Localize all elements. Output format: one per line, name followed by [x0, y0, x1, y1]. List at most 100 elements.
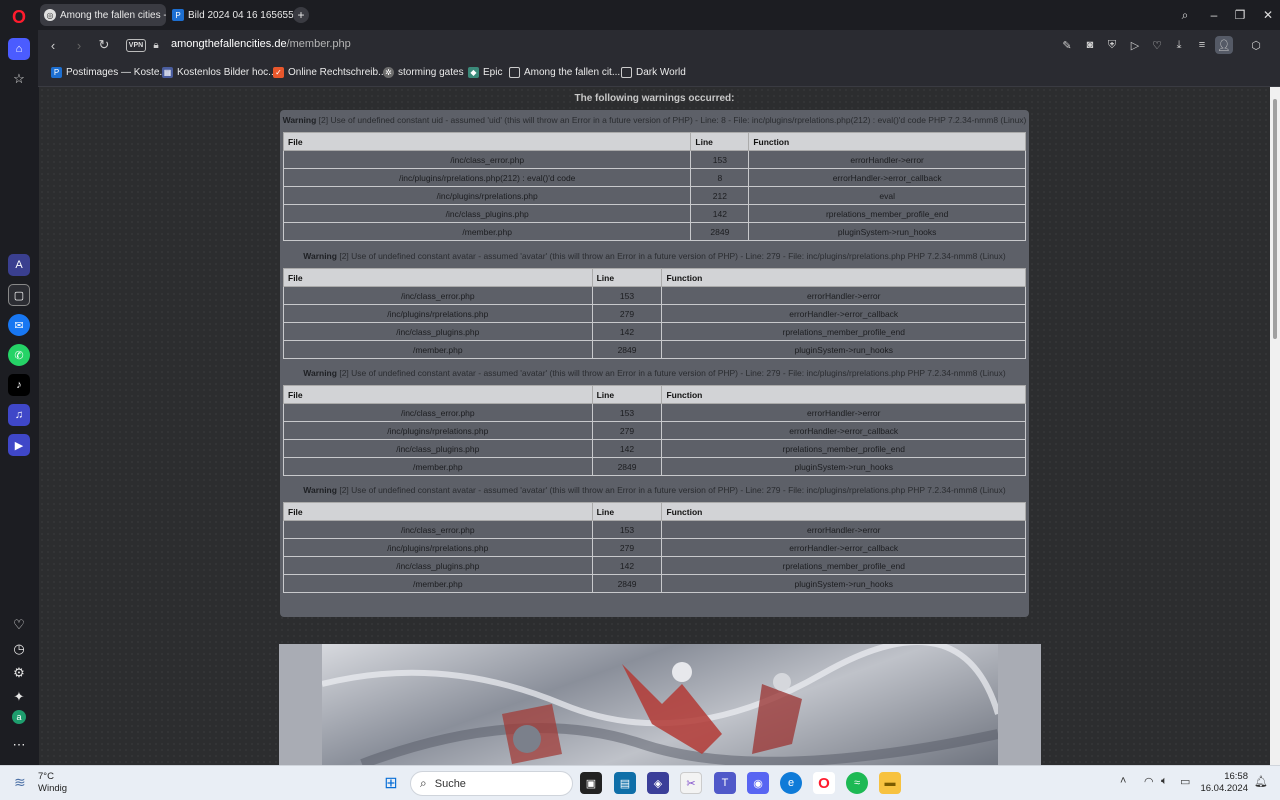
- gear-favicon-icon: ✲: [383, 67, 394, 78]
- column-header: Line: [591, 385, 663, 404]
- bookmark-item[interactable]: ✓ Online Rechtschreib...: [273, 67, 386, 78]
- taskbar-clock[interactable]: 16:58 16.04.2024: [1198, 771, 1248, 795]
- history-icon[interactable]: ◷: [8, 638, 30, 660]
- weather-widget[interactable]: 7°C Windig: [38, 771, 67, 795]
- teams-icon[interactable]: T: [714, 772, 736, 794]
- maximize-button[interactable]: ❐: [1228, 4, 1252, 26]
- warning-text: [2] Use of undefined constant avatar - a…: [339, 368, 1006, 378]
- close-window-button[interactable]: ✕: [1256, 4, 1280, 26]
- heart-icon[interactable]: ♡: [1148, 36, 1166, 54]
- clock-date: 16.04.2024: [1200, 783, 1248, 794]
- cell-line: 2849: [591, 340, 663, 359]
- edge-icon[interactable]: e: [780, 772, 802, 794]
- store-icon[interactable]: ▤: [614, 772, 636, 794]
- download-icon[interactable]: ⤓: [1170, 36, 1188, 54]
- back-button[interactable]: ‹: [43, 35, 63, 55]
- settings-gear-icon[interactable]: ⚙: [8, 662, 30, 684]
- forum-header-banner: [279, 644, 1041, 765]
- shopping-icon[interactable]: ▢: [8, 284, 30, 306]
- banner-artwork: [322, 644, 998, 765]
- scrollbar-thumb[interactable]: [1273, 99, 1277, 339]
- table-row: /inc/class_error.php 153 errorHandler->err…: [282, 150, 1026, 169]
- bookmark-item[interactable]: P Postimages — Koste...: [51, 67, 168, 78]
- battery-icon[interactable]: ▭: [1180, 775, 1190, 788]
- postimages-icon: P: [51, 67, 62, 78]
- notification-bell-icon[interactable]: 🔔︎: [1254, 775, 1268, 788]
- weather-wind-icon[interactable]: ≋: [14, 774, 26, 791]
- table-header-row: File Line Function: [282, 132, 1026, 151]
- aria-icon[interactable]: A: [8, 254, 30, 276]
- lightbulb-icon[interactable]: ✦: [8, 686, 30, 708]
- tab-inactive[interactable]: P Bild 2024 04 16 16565594: [168, 4, 296, 26]
- search-icon: ⌕: [420, 776, 427, 790]
- cell-line: 153: [591, 403, 663, 422]
- camera-icon[interactable]: ◙: [1081, 36, 1099, 54]
- bookmark-label: Kostenlos Bilder hoc...: [177, 67, 277, 78]
- cell-function: errorHandler->error: [661, 520, 1026, 539]
- home-icon[interactable]: ⌂: [8, 38, 30, 60]
- column-header: File: [283, 385, 593, 404]
- discord-icon[interactable]: ◉: [747, 772, 769, 794]
- easy-setup-icon[interactable]: ≡: [1193, 36, 1211, 54]
- vpn-badge[interactable]: VPN: [126, 39, 146, 52]
- banner-illustration: [322, 644, 998, 765]
- warning-message: Warning [2] Use of undefined constant av…: [280, 485, 1029, 495]
- warning-label: Warning: [282, 115, 317, 125]
- music-player-icon[interactable]: ♫: [8, 404, 30, 426]
- warning-label: Warning: [303, 251, 337, 261]
- spotify-icon[interactable]: ≈: [846, 772, 868, 794]
- bookmark-item[interactable]: Among the fallen cit...: [509, 67, 620, 78]
- table-row: /inc/class_plugins.php 142 rprelations_mem…: [283, 439, 1026, 458]
- reload-button[interactable]: ↻: [94, 35, 114, 55]
- play-icon[interactable]: ▷: [1126, 36, 1144, 54]
- video-player-icon[interactable]: ▶: [8, 434, 30, 456]
- wifi-icon[interactable]: ◠: [1144, 775, 1154, 788]
- heart-icon[interactable]: ♡: [8, 614, 30, 636]
- bookmark-label: storming gates: [398, 67, 464, 78]
- extensions-cube-icon[interactable]: ⬡: [1247, 36, 1265, 54]
- cell-line: 8: [690, 168, 750, 187]
- app-icon[interactable]: ◈: [647, 772, 669, 794]
- speed-dial-star-icon[interactable]: ☆: [8, 68, 30, 90]
- minimize-button[interactable]: –: [1202, 4, 1226, 26]
- bookmark-item[interactable]: ◆ Epic: [468, 67, 502, 78]
- tab-search-icon[interactable]: ⌕: [1173, 4, 1197, 26]
- opera-logo-icon[interactable]: O: [8, 6, 30, 28]
- new-tab-button[interactable]: +: [293, 7, 309, 23]
- task-view-icon[interactable]: ▣: [580, 772, 602, 794]
- cell-line: 142: [591, 556, 663, 575]
- volume-icon[interactable]: 🔈︎: [1161, 775, 1168, 788]
- bookmark-item[interactable]: ▦ Kostenlos Bilder hoc...: [162, 67, 277, 78]
- taskbar-search[interactable]: ⌕ Suche: [410, 771, 573, 796]
- more-dots-icon[interactable]: ⋯: [8, 734, 30, 756]
- bookmark-item[interactable]: ✲ storming gates: [383, 67, 464, 78]
- cell-line: 153: [690, 150, 750, 169]
- cell-function: pluginSystem->run_hooks: [748, 222, 1026, 241]
- column-header: Line: [591, 268, 663, 287]
- edit-icon[interactable]: ✎: [1058, 36, 1076, 54]
- table-row: /member.php 2849 pluginSystem->run_hooks: [283, 340, 1026, 359]
- page-content: The following warnings occurred: Warning…: [39, 87, 1270, 765]
- aria-a-icon[interactable]: a: [12, 710, 26, 724]
- windows-start-icon[interactable]: ⊞: [380, 772, 402, 794]
- messenger-icon[interactable]: ✉: [8, 314, 30, 336]
- tab-active[interactable]: ◎ Among the fallen cities - F: [40, 4, 166, 26]
- url-field[interactable]: amongthefallencities.de/member.php: [171, 38, 351, 50]
- opera-taskbar-icon[interactable]: O: [813, 772, 835, 794]
- file-explorer-icon[interactable]: ▬: [879, 772, 901, 794]
- chevron-up-icon[interactable]: ˄: [1120, 775, 1126, 787]
- bookmarks-bar: P Postimages — Koste... ▦ Kostenlos Bilder…: [38, 61, 1280, 87]
- tiktok-icon[interactable]: ♪: [8, 374, 30, 396]
- snipping-tool-icon[interactable]: ✂: [680, 772, 702, 794]
- page-scrollbar[interactable]: [1270, 87, 1280, 765]
- shield-icon[interactable]: ⛨: [1103, 36, 1121, 54]
- lock-icon[interactable]: 🔒︎: [150, 35, 162, 55]
- cell-function: rprelations_member_profile_end: [661, 322, 1026, 341]
- backtrace-table: File Line Function /inc/class_error.php 1…: [283, 268, 1026, 359]
- tab-title: Among the fallen cities - F: [60, 9, 166, 21]
- forward-button[interactable]: ›: [69, 35, 89, 55]
- profile-icon[interactable]: 👤︎: [1215, 36, 1233, 54]
- bookmark-item[interactable]: Dark World: [621, 67, 686, 78]
- whatsapp-icon[interactable]: ✆: [8, 344, 30, 366]
- warnings-box: Warning [2] Use of undefined constant ui…: [280, 110, 1029, 617]
